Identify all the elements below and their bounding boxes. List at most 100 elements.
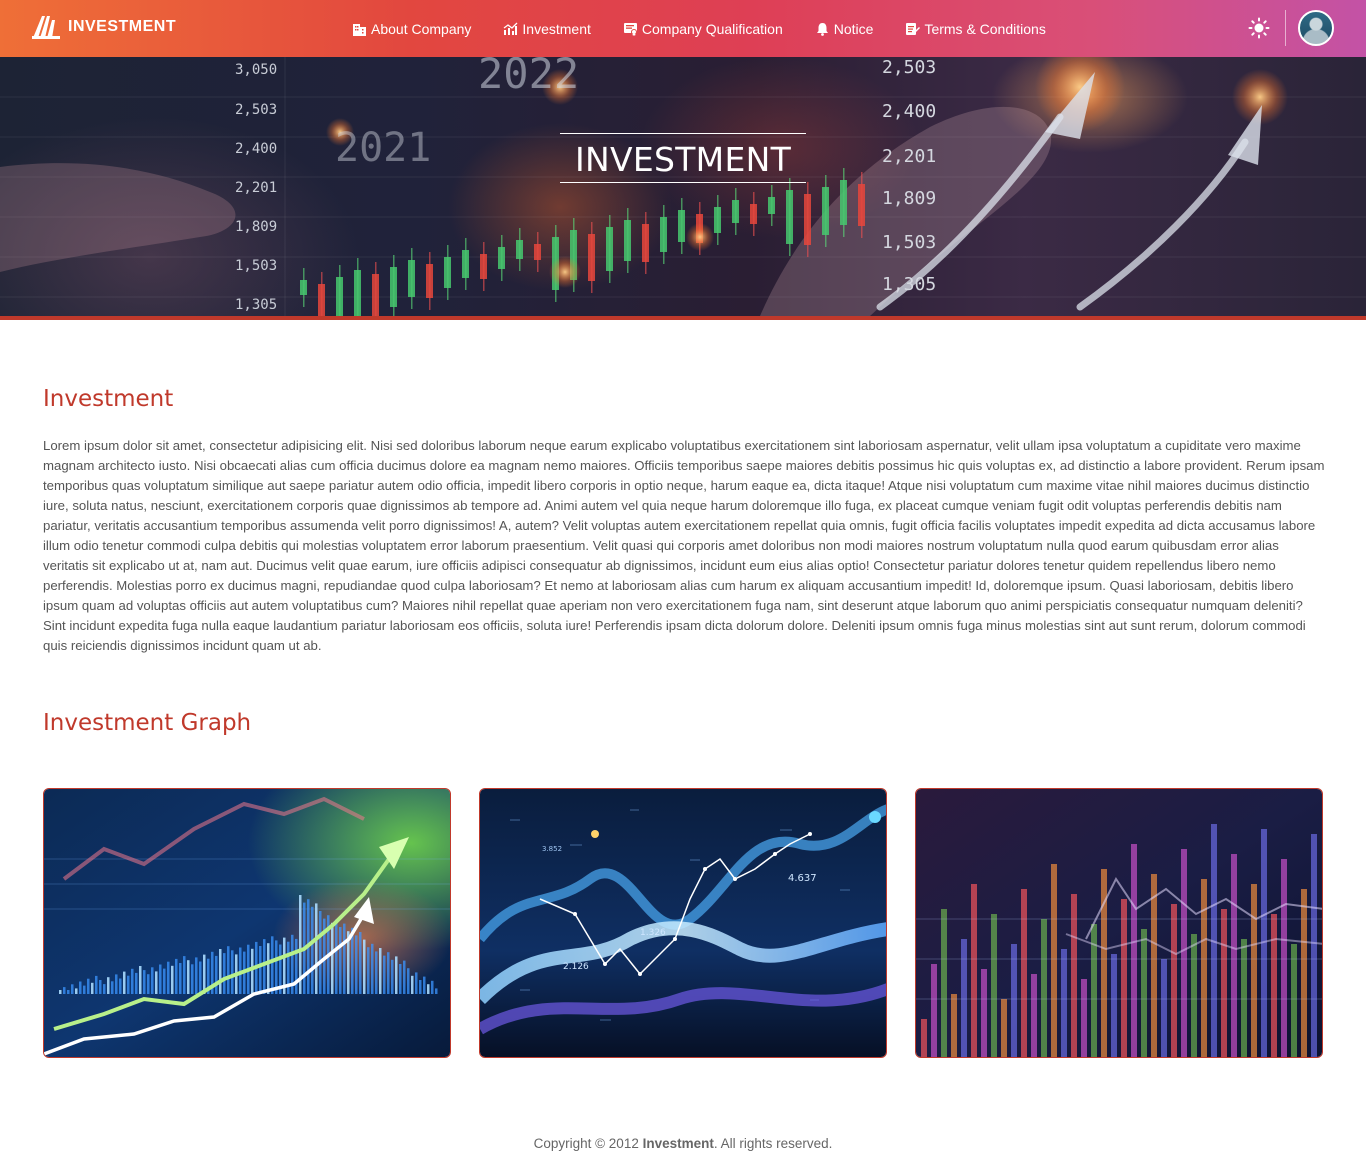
certificate-icon [623, 22, 638, 36]
candle-body [822, 187, 829, 235]
chart-bar [339, 927, 342, 994]
chart-bar [131, 968, 134, 994]
chart-bar [1301, 889, 1307, 1057]
brand-logo[interactable]: INVESTMENT [32, 14, 176, 40]
chart-bar [1161, 959, 1167, 1057]
price-label: 1,503 [882, 232, 937, 253]
year-label: 2021 [335, 125, 432, 171]
chart-bar [1311, 834, 1317, 1057]
chart-bar [423, 976, 426, 994]
nav-item-about-company[interactable]: About Company [352, 21, 471, 37]
chart-bar [175, 958, 178, 994]
chart-bar [147, 974, 150, 994]
chart-bar [99, 980, 102, 994]
nav-label: Notice [833, 20, 874, 37]
main-nav: About Company Investment Company Qualifi… [352, 0, 1046, 57]
nav-item-investment[interactable]: Investment [503, 20, 591, 37]
footer-brand[interactable]: Investment [643, 1136, 714, 1151]
chart-bar [295, 938, 298, 994]
chart-bar [399, 964, 402, 994]
nav-label: Investment [522, 20, 591, 37]
candle-body [840, 180, 847, 225]
chart-bar [167, 961, 170, 994]
chart-bar [95, 975, 98, 994]
graph-value-label: 3.852 [542, 845, 562, 853]
chart-icon [503, 22, 518, 36]
edit-document-icon [905, 22, 921, 36]
chart-bar [921, 1019, 927, 1057]
chart-bar [107, 977, 110, 994]
investment-graph-heading: Investment Graph [43, 710, 252, 736]
nav-item-notice[interactable]: Notice [815, 20, 874, 37]
chart-bar [171, 965, 174, 994]
hero-background-art [0, 57, 1366, 316]
chart-bar [991, 914, 997, 1057]
chart-bar [427, 984, 430, 994]
price-label: 2,201 [882, 146, 937, 167]
graph-value-label: 4.637 [788, 873, 817, 884]
chart-bar [371, 943, 374, 994]
chart-bar [215, 955, 218, 994]
chart-bar [431, 980, 434, 994]
price-label: 1,305 [235, 297, 278, 313]
chart-bar [59, 990, 62, 994]
candle-body [498, 247, 505, 269]
chart-bar [319, 911, 322, 994]
chart-bar [115, 974, 118, 994]
user-avatar[interactable] [1298, 10, 1334, 46]
price-label: 1,305 [882, 274, 937, 295]
year-label: 2022 [478, 57, 580, 98]
chart-bar [103, 984, 106, 994]
chart-bar [1151, 874, 1157, 1057]
chart-bar [135, 972, 138, 994]
chart-bar [119, 978, 122, 994]
chart-bar [139, 966, 142, 994]
chart-bar [155, 971, 158, 994]
chart-bar [1051, 864, 1057, 1057]
hero-title: INVESTMENT [574, 140, 792, 179]
theme-toggle-button[interactable] [1248, 17, 1270, 39]
chart-bar [971, 884, 977, 1057]
chart-bar [163, 968, 166, 994]
price-label: 2,400 [235, 141, 278, 157]
graph-image-card[interactable] [915, 788, 1323, 1058]
candle-body [318, 284, 325, 316]
chart-bar [981, 969, 987, 1057]
price-label: 2,503 [882, 57, 937, 78]
chart-bar [179, 963, 182, 994]
nav-item-company-qualification[interactable]: Company Qualification [623, 21, 783, 37]
candle-body [804, 194, 811, 245]
price-label: 1,809 [882, 188, 937, 209]
candle-body [642, 224, 649, 262]
chart-bar [1131, 844, 1137, 1057]
chart-bar [1081, 979, 1087, 1057]
chart-bar [387, 952, 390, 994]
chart-bar [1201, 879, 1207, 1057]
chart-bar [1291, 944, 1297, 1057]
candle-body [624, 220, 631, 261]
chart-bar [1171, 904, 1177, 1057]
candle-body [462, 250, 469, 278]
investment-description: Lorem ipsum dolor sit amet, consectetur … [43, 438, 1325, 653]
candle-body [426, 264, 433, 298]
sun-icon [1248, 17, 1270, 43]
chart-bar [127, 975, 130, 994]
candle-body [714, 207, 721, 233]
chart-bar [259, 946, 262, 994]
nav-item-terms-conditions[interactable]: Terms & Conditions [905, 21, 1046, 37]
graph-image-card[interactable] [43, 788, 451, 1058]
chart-bar [1021, 889, 1027, 1057]
nav-label: About Company [371, 20, 472, 37]
graph-image-card[interactable]: 4.637 3.852 2.126 1.326 [479, 788, 887, 1058]
chart-bar [407, 968, 410, 994]
chart-bar [191, 964, 194, 994]
candle-body [372, 274, 379, 316]
nav-label: Company Qualification [641, 20, 783, 37]
price-label: 2,201 [235, 180, 278, 196]
chart-bar [951, 994, 957, 1057]
candle-body [858, 184, 865, 226]
candle-body [786, 190, 793, 244]
chart-bar [1061, 949, 1067, 1057]
chart-bar [383, 955, 386, 994]
chart-bar [403, 960, 406, 994]
